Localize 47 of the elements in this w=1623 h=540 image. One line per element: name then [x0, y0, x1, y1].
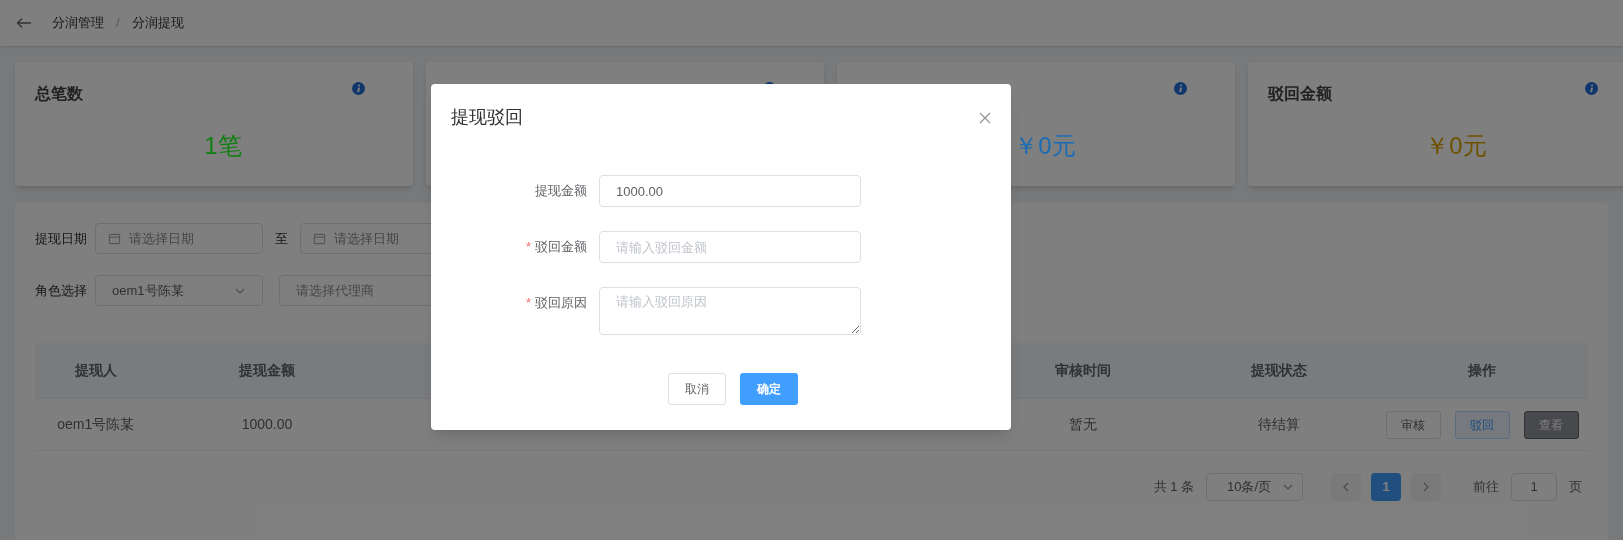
cancel-button[interactable]: 取消	[668, 373, 726, 405]
page-button[interactable]: 1	[1371, 473, 1401, 501]
dialog-title: 提现驳回	[451, 106, 523, 129]
action-button[interactable]: 审核	[1385, 410, 1441, 439]
column-header: 提现状态	[1250, 361, 1307, 380]
input-field[interactable]: 1000.00	[599, 175, 861, 207]
goto-field[interactable]: 1	[1511, 473, 1557, 501]
back-arrow-icon[interactable]	[16, 17, 32, 29]
filter-label: 角色选择	[35, 281, 87, 300]
filter-label: 提现日期	[35, 229, 87, 248]
stat-title: 总笔数	[35, 84, 83, 104]
stat-value: ￥0元	[1425, 131, 1487, 161]
field-label: 驳回原因	[535, 294, 587, 313]
info-icon	[1585, 82, 1598, 95]
column-header: 提现金额	[239, 361, 295, 380]
table-cell-text: 1000.00	[241, 415, 293, 434]
info-icon	[1174, 82, 1187, 95]
total-count: 共 1 条	[1153, 478, 1194, 497]
action-button[interactable]: 驳回	[1454, 410, 1510, 439]
input-field[interactable]: 请输入驳回金额	[599, 231, 861, 263]
column-header: 操作	[1468, 361, 1497, 380]
calendar-icon	[108, 232, 121, 245]
column-header: 审核时间	[1054, 361, 1111, 380]
page-size-select[interactable]: 10条/页	[1206, 473, 1303, 501]
breadcrumb-item: 分润提现	[131, 14, 184, 33]
range-separator: 至	[274, 229, 289, 248]
stat-value: 1笔	[204, 131, 242, 161]
required-mark: *	[525, 294, 531, 313]
required-mark: *	[525, 238, 531, 257]
reason-textarea[interactable]: 请输入驳回原因	[599, 287, 861, 335]
field-label: 提现金额	[535, 182, 587, 201]
info-icon	[352, 82, 365, 95]
confirm-button[interactable]: 确定	[740, 373, 798, 405]
column-header: 提现人	[74, 361, 117, 380]
stat-value: ￥0元	[1014, 131, 1076, 161]
goto-suffix: 页	[1569, 478, 1582, 497]
stat-title: 驳回金额	[1268, 84, 1332, 104]
field-label: 驳回金额	[535, 238, 587, 257]
table-cell-text: 暂无	[1068, 415, 1097, 434]
role-select[interactable]: oem1号陈某	[95, 275, 263, 306]
goto-label: 前往	[1473, 478, 1499, 497]
breadcrumb-item[interactable]: 分润管理	[52, 13, 104, 33]
table-cell-text: 待结算	[1257, 415, 1300, 434]
close-icon[interactable]	[979, 111, 991, 124]
calendar-icon	[313, 232, 326, 245]
table-cell-text: oem1号陈某	[57, 415, 135, 434]
breadcrumb-separator: /	[115, 14, 121, 33]
